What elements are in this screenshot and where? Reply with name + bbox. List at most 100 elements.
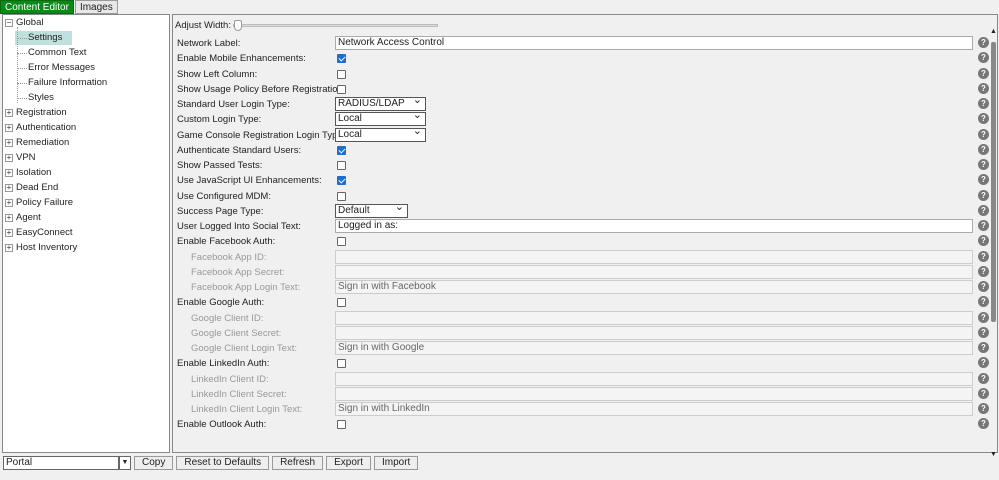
linkedin-client-login-text-input[interactable]: Sign in with LinkedIn [335,402,973,416]
tree-item-remediation[interactable]: + Remediation [3,136,69,150]
tree-item-vpn[interactable]: + VPN [3,151,36,165]
export-button[interactable]: Export [326,456,371,470]
row-custom-login-type: Custom Login Type:Local? [173,109,989,127]
facebook-app-login-text-input[interactable]: Sign in with Facebook [335,280,973,294]
authenticate-standard-users-checkbox[interactable] [337,145,346,155]
enable-linkedin-auth-checkbox[interactable] [337,359,346,369]
tree-item-error-messages[interactable]: Error Messages [15,61,105,75]
expand-icon[interactable]: + [5,214,13,222]
help-icon[interactable]: ? [978,52,989,64]
enable-facebook-auth-checkbox[interactable] [337,237,346,247]
google-client-login-text-input[interactable]: Sign in with Google [335,341,973,355]
tree-item-settings[interactable]: Settings [15,31,73,45]
scrollbar-thumb[interactable] [991,42,996,322]
tree-item-failure-information[interactable]: Failure Information [15,76,117,90]
tree-item-host-inventory[interactable]: + Host Inventory [3,241,77,255]
expand-icon[interactable]: + [5,154,13,162]
show-usage-policy-before-registration-checkbox[interactable] [337,84,346,94]
help-icon[interactable]: ? [978,326,989,338]
scrollbar[interactable]: ▲ ▼ [990,28,997,458]
tree-item-dead-end[interactable]: + Dead End [3,181,58,195]
help-icon[interactable]: ? [978,387,989,399]
help-icon[interactable]: ? [978,296,989,308]
reset-defaults-button[interactable]: Reset to Defaults [176,456,270,470]
expand-icon[interactable]: + [5,124,13,132]
tree-item-authentication[interactable]: + Authentication [3,121,76,135]
use-javascript-ui-enhancements-checkbox[interactable] [337,176,346,186]
network-label-input[interactable]: Network Access Control [335,36,973,50]
help-icon[interactable]: ? [978,82,989,94]
tree-item-registration[interactable]: + Registration [3,106,67,120]
tree-item-isolation[interactable]: + Isolation [3,166,51,180]
help-icon[interactable]: ? [978,98,989,109]
row-google-client-login-text: Google Client Login Text: Sign in with Go… [173,341,989,356]
help-icon[interactable]: ? [978,265,989,277]
help-icon[interactable]: ? [978,250,989,262]
expand-icon[interactable]: + [5,139,13,147]
tree-item-label: Isolation [16,167,52,178]
import-button[interactable]: Import [374,456,419,470]
help-icon[interactable]: ? [978,357,989,369]
help-icon[interactable]: ? [978,204,989,216]
google-client-id-input[interactable] [335,310,973,325]
copy-button[interactable]: Copy [134,456,174,470]
help-icon[interactable]: ? [978,281,989,292]
tree-item-styles[interactable]: Styles [15,91,64,105]
help-icon[interactable]: ? [978,372,989,384]
collapse-icon[interactable]: − [5,19,13,27]
help-icon[interactable]: ? [978,311,989,323]
google-client-secret-input[interactable] [335,325,973,340]
tab-content-editor[interactable]: Content Editor [0,0,74,14]
help-icon[interactable]: ? [978,143,989,155]
enable-mobile-enhancements-checkbox[interactable] [337,54,346,64]
expand-icon[interactable]: + [5,184,13,192]
tree-item-policy-failure[interactable]: + Policy Failure [3,196,73,210]
help-icon[interactable]: ? [978,342,989,353]
help-icon[interactable]: ? [978,189,989,201]
use-configured-mdm-checkbox[interactable] [337,191,346,201]
tree-item-easyconnect[interactable]: + EasyConnect [3,226,73,240]
show-left-column-checkbox[interactable] [337,69,346,79]
tree-item-global[interactable]: − Global [3,16,43,30]
facebook-app-id-input[interactable] [335,249,973,264]
tab-images[interactable]: Images [74,0,118,14]
facebook-app-secret-input[interactable] [335,264,973,279]
success-page-type-select[interactable]: Default [335,201,408,218]
expand-icon[interactable]: + [5,229,13,237]
show-passed-tests-checkbox[interactable] [337,161,346,170]
chevron-down-icon[interactable]: ▼ [119,456,131,470]
help-icon[interactable]: ? [978,37,989,48]
help-icon[interactable]: ? [978,235,989,247]
linkedin-client-id-input[interactable] [335,371,973,386]
help-icon[interactable]: ? [978,67,989,79]
help-icon[interactable]: ? [978,403,989,414]
help-icon[interactable]: ? [978,418,989,430]
user-logged-into-social-text-input[interactable]: Logged in as: [335,219,973,233]
help-icon[interactable]: ? [978,174,989,186]
expand-icon[interactable]: + [5,244,13,252]
field-label: LinkedIn Client Secret: [191,388,287,400]
portal-select[interactable]: Portal [3,456,119,470]
linkedin-client-secret-input[interactable] [335,386,973,401]
enable-outlook-auth-checkbox[interactable] [337,420,346,430]
tree-item-agent[interactable]: + Agent [3,211,41,225]
help-icon[interactable]: ? [978,128,989,140]
tree-item-common-text[interactable]: Common Text [15,46,96,60]
enable-google-auth-checkbox[interactable] [337,298,346,308]
slider-handle[interactable] [234,20,242,31]
help-icon[interactable]: ? [978,159,989,170]
help-icon[interactable]: ? [978,220,989,231]
game-console-registration-login-type-select[interactable]: Local [335,125,426,142]
expand-icon[interactable]: + [5,169,13,177]
refresh-button[interactable]: Refresh [272,456,324,470]
expand-icon[interactable]: + [5,199,13,207]
adjust-width-slider[interactable] [233,20,438,31]
field-label: Facebook App ID: [191,251,267,263]
tree-item-label: Failure Information [28,77,108,88]
field-label: Facebook App Secret: [191,266,285,278]
row-standard-user-login-type: Standard User Login Type:RADIUS/LDAP? [173,94,989,112]
scroll-up-icon[interactable]: ▲ [990,28,997,35]
help-icon[interactable]: ? [978,113,989,125]
expand-icon[interactable]: + [5,109,13,117]
scroll-down-icon[interactable]: ▼ [990,451,997,458]
